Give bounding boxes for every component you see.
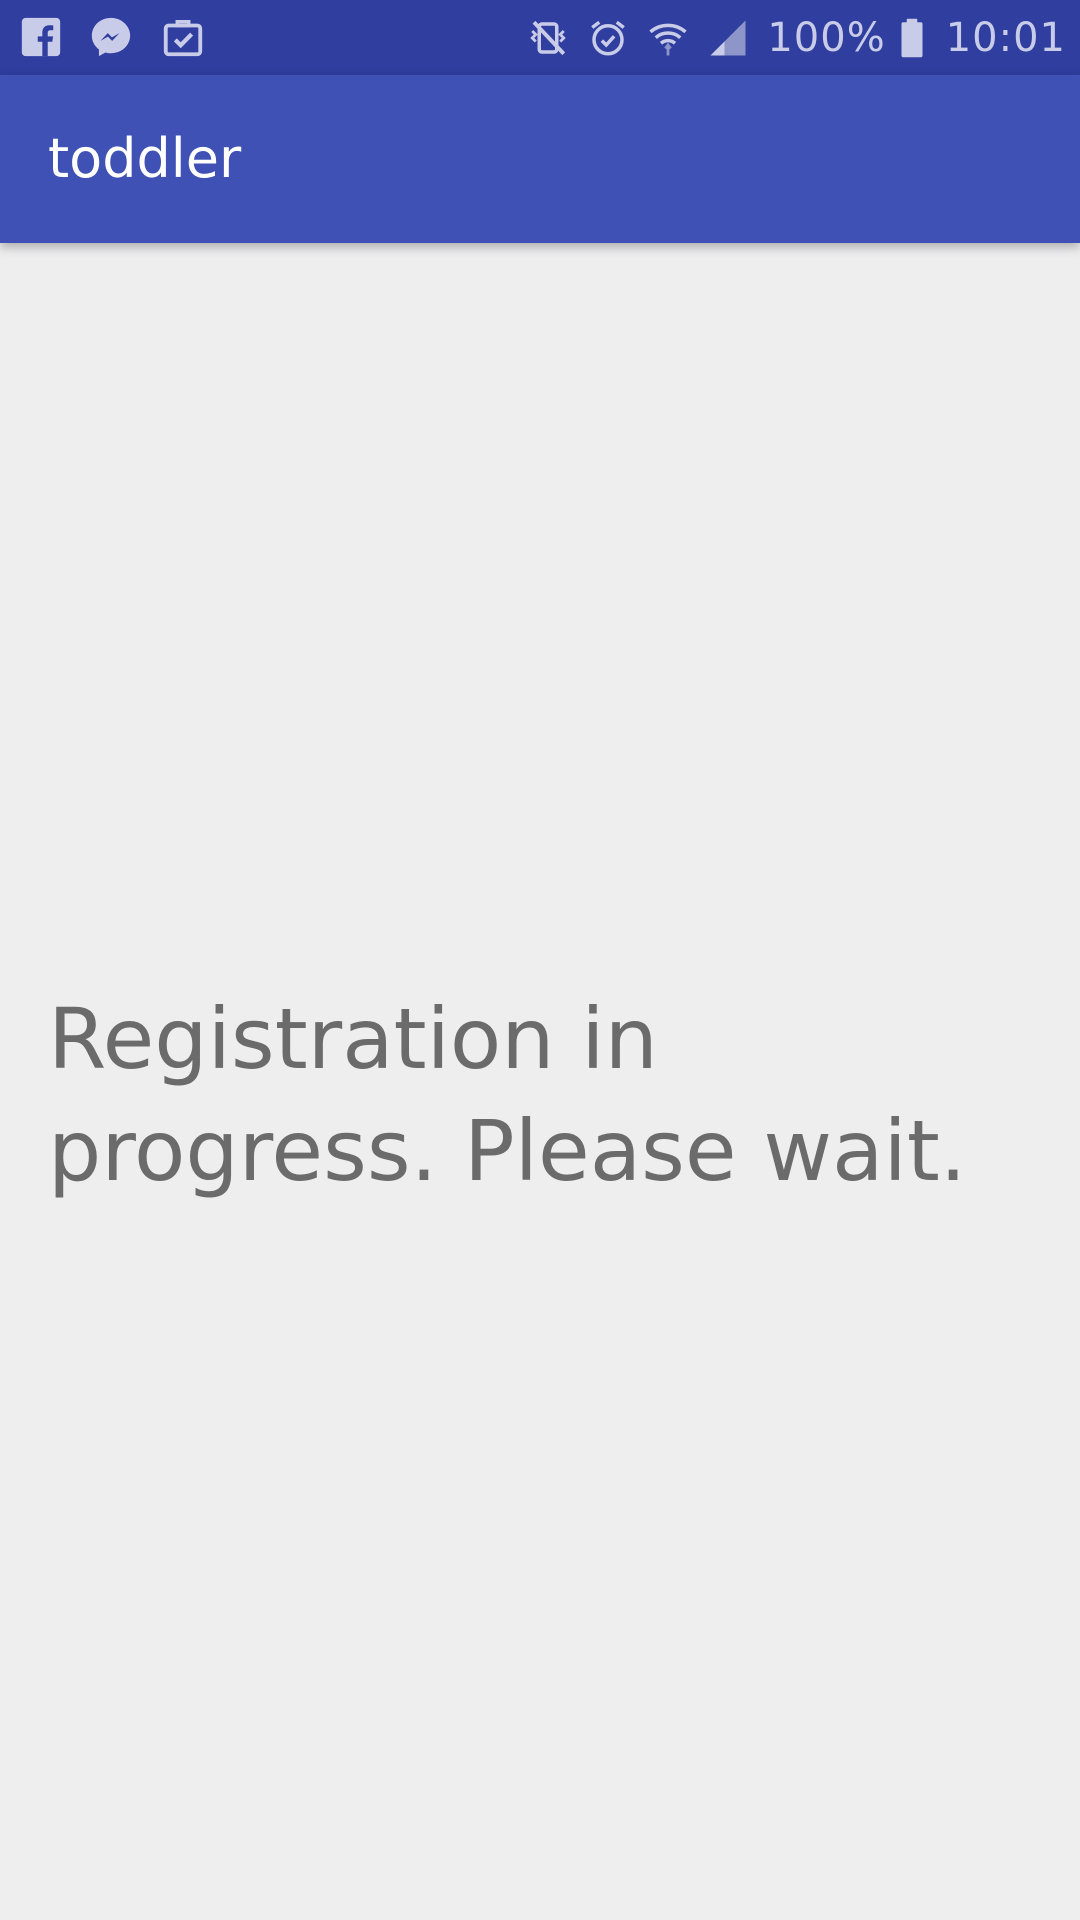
app-title: toddler bbox=[48, 127, 242, 190]
clock: 10:01 bbox=[945, 14, 1066, 61]
status-bar-right: 100% 10:01 bbox=[509, 0, 1066, 75]
messenger-icon bbox=[91, 17, 131, 57]
battery-percentage: 100% bbox=[767, 14, 886, 61]
main-content: Registration in progress. Please wait. bbox=[0, 243, 1080, 1920]
signal-icon bbox=[710, 20, 746, 55]
facebook-icon bbox=[21, 17, 61, 57]
briefcase-check-icon bbox=[163, 19, 203, 57]
registration-status-message: Registration in progress. Please wait. bbox=[48, 990, 967, 1200]
alarm-icon bbox=[591, 20, 626, 55]
wifi-icon bbox=[649, 23, 688, 55]
battery-icon bbox=[901, 18, 923, 57]
app-bar: toddler bbox=[0, 75, 1080, 243]
status-bar: 100% 10:01 bbox=[0, 0, 1080, 75]
vibrate-mute-icon bbox=[530, 20, 567, 55]
